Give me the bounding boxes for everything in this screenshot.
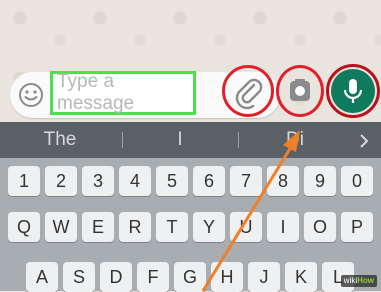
key-e[interactable]: E xyxy=(82,212,114,242)
key-t[interactable]: T xyxy=(156,212,188,242)
key-0[interactable]: 0 xyxy=(341,166,373,196)
suggestion-3[interactable]: Di xyxy=(255,122,335,158)
key-a[interactable]: A xyxy=(26,262,58,292)
watermark: wikiHow xyxy=(340,275,377,287)
suggestion-divider xyxy=(238,132,239,148)
message-placeholder: Type a message xyxy=(57,71,135,114)
key-f[interactable]: F xyxy=(137,262,169,292)
key-p[interactable]: P xyxy=(341,212,373,242)
key-8[interactable]: 8 xyxy=(267,166,299,196)
suggestion-2[interactable]: I xyxy=(140,122,220,158)
key-j[interactable]: J xyxy=(248,262,280,292)
key-u[interactable]: U xyxy=(230,212,262,242)
key-h[interactable]: H xyxy=(211,262,243,292)
key-2[interactable]: 2 xyxy=(45,166,77,196)
message-input[interactable]: Type a message xyxy=(50,71,196,115)
key-5[interactable]: 5 xyxy=(156,166,188,196)
microphone-icon[interactable] xyxy=(328,66,378,116)
key-s[interactable]: S xyxy=(63,262,95,292)
key-4[interactable]: 4 xyxy=(119,166,151,196)
key-7[interactable]: 7 xyxy=(230,166,262,196)
key-y[interactable]: Y xyxy=(193,212,225,242)
key-o[interactable]: O xyxy=(304,212,336,242)
key-g[interactable]: G xyxy=(174,262,206,292)
chevron-right-icon[interactable] xyxy=(358,133,370,149)
suggestion-1[interactable]: The xyxy=(20,122,100,158)
watermark-brand: How xyxy=(357,276,374,285)
key-k[interactable]: K xyxy=(285,262,317,292)
key-r[interactable]: R xyxy=(119,212,151,242)
watermark-prefix: wiki xyxy=(343,276,358,285)
key-1[interactable]: 1 xyxy=(8,166,40,196)
key-d[interactable]: D xyxy=(100,262,132,292)
key-9[interactable]: 9 xyxy=(304,166,336,196)
suggestion-divider xyxy=(122,132,123,148)
key-q[interactable]: Q xyxy=(8,212,40,242)
key-6[interactable]: 6 xyxy=(193,166,225,196)
paperclip-icon[interactable] xyxy=(222,65,274,117)
key-i[interactable]: I xyxy=(267,212,299,242)
key-w[interactable]: W xyxy=(45,212,77,242)
emoji-icon[interactable] xyxy=(18,82,44,108)
camera-icon[interactable] xyxy=(276,65,324,117)
key-3[interactable]: 3 xyxy=(82,166,114,196)
